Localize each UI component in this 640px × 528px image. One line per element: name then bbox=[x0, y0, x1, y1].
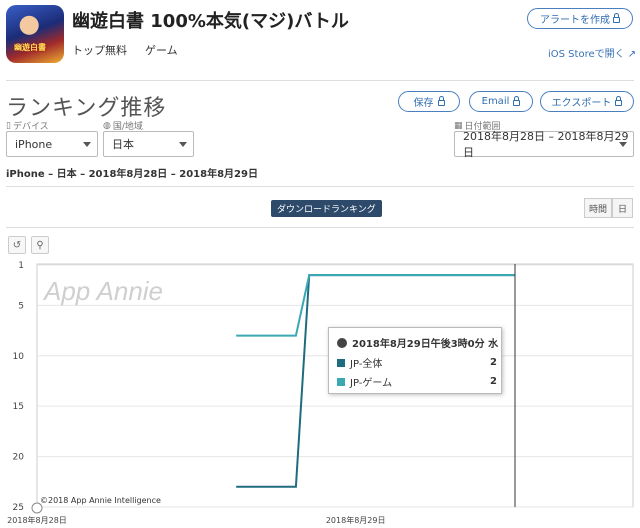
legend-swatch bbox=[337, 358, 345, 367]
y-ticks: 1510152025 bbox=[13, 261, 25, 513]
alert-button-label: アラートを作成 bbox=[540, 15, 610, 26]
lock-icon bbox=[513, 96, 521, 106]
date-range-select[interactable]: 2018年8月28日 – 2018年8月29日 bbox=[454, 130, 634, 159]
device-value: iPhone bbox=[15, 137, 53, 151]
tooltip-row: JP-ゲーム 2 bbox=[337, 374, 497, 389]
divider bbox=[6, 227, 634, 228]
series-value: 2 bbox=[490, 376, 497, 387]
download-ranking-button[interactable]: ダウンロードランキング bbox=[271, 200, 382, 217]
save-button[interactable]: 保存 bbox=[398, 91, 460, 112]
email-label: Email bbox=[481, 96, 510, 107]
globe-icon: ◍ bbox=[103, 120, 111, 131]
chart-tooltip: 2018年8月29日午後3時0分 水 JP-全体 2 JP-ゲーム 2 bbox=[328, 327, 502, 394]
hourly-toggle[interactable]: 時間 bbox=[584, 198, 612, 218]
x-tick-label: 2018年8月29日 bbox=[326, 515, 386, 525]
device-select[interactable]: iPhone bbox=[6, 131, 98, 157]
series-value: 2 bbox=[490, 357, 497, 368]
country-value: 日本 bbox=[112, 138, 134, 151]
chevron-down-icon bbox=[83, 142, 91, 147]
lock-icon bbox=[615, 96, 623, 106]
export-button[interactable]: エクスポート bbox=[540, 91, 634, 112]
zoom-icon[interactable]: ⚲ bbox=[31, 236, 49, 254]
save-label: 保存 bbox=[413, 98, 434, 109]
category-link[interactable]: ゲーム bbox=[145, 42, 178, 58]
external-link-icon: ↗ bbox=[627, 49, 637, 60]
calendar-icon: ▦ bbox=[454, 120, 463, 131]
legend-swatch bbox=[337, 377, 345, 386]
watermark: App Annie bbox=[42, 276, 163, 306]
chevron-down-icon bbox=[619, 142, 627, 147]
ranking-chart: App Annie 1510152025 ©2018 App Annie Int… bbox=[7, 261, 634, 525]
series-name: JP-ゲーム bbox=[350, 378, 393, 389]
x-ticks: 2018年8月28日 2018年8月29日 bbox=[7, 515, 385, 525]
country-select[interactable]: 日本 bbox=[103, 131, 194, 157]
section-title: ランキング推移 bbox=[6, 96, 167, 121]
y-tick-label: 1 bbox=[18, 261, 24, 271]
lock-icon bbox=[613, 13, 620, 23]
chevron-down-icon bbox=[179, 142, 187, 147]
app-meta: トップ無料 ゲーム bbox=[72, 42, 178, 58]
series-name: JP-全体 bbox=[350, 359, 383, 370]
y-tick-label: 10 bbox=[13, 352, 25, 362]
x-tick-label: 2018年8月28日 bbox=[7, 515, 67, 525]
reset-zoom-icon[interactable]: ↺ bbox=[8, 236, 26, 254]
y-tick-label: 25 bbox=[13, 503, 24, 513]
create-alert-button[interactable]: アラートを作成 bbox=[527, 8, 633, 29]
ios-store-link[interactable]: iOS Storeで開く ↗ bbox=[548, 45, 636, 60]
breadcrumb: iPhone – 日本 – 2018年8月28日 – 2018年8月29日 bbox=[6, 169, 258, 180]
globe-icon bbox=[337, 337, 347, 348]
device-icon: ▯ bbox=[6, 120, 11, 131]
y-tick-label: 20 bbox=[13, 453, 25, 463]
date-range-value: 2018年8月28日 – 2018年8月29日 bbox=[463, 130, 629, 159]
divider bbox=[6, 186, 634, 187]
y-tick-label: 15 bbox=[13, 402, 24, 412]
divider bbox=[6, 80, 634, 81]
app-icon: 幽遊白書 bbox=[6, 5, 64, 63]
chart-credit: ©2018 App Annie Intelligence bbox=[40, 496, 161, 505]
tooltip-row: JP-全体 2 bbox=[337, 355, 497, 370]
app-title: 幽遊白書 100%本気(マジ)バトル bbox=[72, 11, 349, 32]
range-handle[interactable] bbox=[31, 502, 43, 514]
ios-store-label: iOS Storeで開く bbox=[548, 49, 625, 60]
ranking-link[interactable]: トップ無料 bbox=[72, 42, 127, 58]
tooltip-title: 2018年8月29日午後3時0分 水 bbox=[337, 335, 498, 350]
email-button[interactable]: Email bbox=[469, 91, 533, 112]
export-label: エクスポート bbox=[551, 98, 612, 109]
lock-icon bbox=[437, 96, 445, 106]
daily-toggle[interactable]: 日 bbox=[612, 198, 633, 218]
y-tick-label: 5 bbox=[18, 301, 24, 311]
